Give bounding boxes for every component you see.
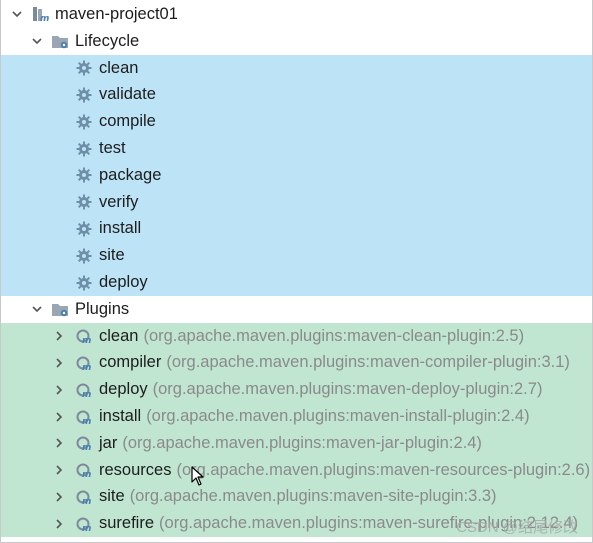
svg-text:m: m <box>82 497 91 506</box>
plugin-name: surefire <box>99 514 155 533</box>
plugin-item[interactable]: m install (org.apache.maven.plugins:mave… <box>1 403 592 430</box>
plugin-coordinates: (org.apache.maven.plugins:maven-jar-plug… <box>122 433 482 452</box>
svg-text:m: m <box>82 470 91 479</box>
chevron-down-icon[interactable] <box>11 8 23 20</box>
lifecycle-item[interactable]: site <box>1 242 592 270</box>
gear-icon <box>75 113 93 131</box>
plugin-coordinates: (org.apache.maven.plugins:maven-deploy-p… <box>152 380 543 399</box>
plugin-coordinates: (org.apache.maven.plugins:maven-compiler… <box>166 353 570 372</box>
svg-text:m: m <box>82 417 91 426</box>
chevron-down-icon[interactable] <box>31 35 43 47</box>
watermark-text: CSDN @结尾修改 <box>456 519 578 536</box>
lifecycle-list: clean validate compile test package veri… <box>1 54 592 296</box>
tree-row-project[interactable]: m maven-project01 <box>1 0 592 28</box>
folder-gear-icon <box>51 300 69 318</box>
lifecycle-item-label: site <box>99 246 125 265</box>
maven-plugin-icon: m <box>75 408 93 426</box>
lifecycle-item-label: install <box>99 219 142 238</box>
lifecycle-item-label: compile <box>99 112 156 131</box>
gear-icon <box>75 140 93 158</box>
maven-plugin-icon: m <box>75 488 93 506</box>
lifecycle-item[interactable]: test <box>1 135 592 162</box>
maven-plugin-icon: m <box>75 354 93 372</box>
maven-plugin-icon: m <box>75 434 93 452</box>
plugin-coordinates: (org.apache.maven.plugins:maven-clean-pl… <box>143 326 525 345</box>
lifecycle-item[interactable]: verify <box>1 188 592 216</box>
gear-icon <box>75 247 93 265</box>
lifecycle-item[interactable]: deploy <box>1 269 592 296</box>
maven-plugin-icon: m <box>75 461 93 479</box>
lifecycle-item-label: test <box>99 139 126 158</box>
gear-icon <box>75 193 93 211</box>
svg-text:m: m <box>82 363 91 372</box>
plugin-name: resources <box>99 460 172 479</box>
gear-icon <box>75 86 93 104</box>
lifecycle-item[interactable]: install <box>1 215 592 243</box>
plugin-item[interactable]: m resources (org.apache.maven.plugins:ma… <box>1 456 592 484</box>
plugin-coordinates: (org.apache.maven.plugins:maven-resource… <box>176 460 591 479</box>
chevron-right-icon[interactable] <box>53 330 65 342</box>
lifecycle-item-label: deploy <box>99 273 148 292</box>
plugin-item[interactable]: m site (org.apache.maven.plugins:maven-s… <box>1 483 592 511</box>
plugin-name: clean <box>99 326 139 345</box>
maven-plugin-icon: m <box>75 327 93 345</box>
tree-row-plugins[interactable]: Plugins <box>1 296 592 323</box>
svg-text:m: m <box>82 336 91 345</box>
svg-text:m: m <box>40 14 49 23</box>
chevron-down-icon[interactable] <box>31 303 43 315</box>
lifecycle-item-label: clean <box>99 58 139 77</box>
lifecycle-item-label: package <box>99 165 162 184</box>
maven-plugin-icon: m <box>75 381 93 399</box>
chevron-right-icon[interactable] <box>53 411 65 423</box>
lifecycle-item-label: verify <box>99 192 139 211</box>
gear-icon <box>75 59 93 77</box>
plugin-item[interactable]: m clean (org.apache.maven.plugins:maven-… <box>1 322 592 350</box>
tree-row-lifecycle[interactable]: Lifecycle <box>1 28 592 55</box>
lifecycle-item[interactable]: clean <box>1 54 592 82</box>
maven-project-icon: m <box>31 5 49 23</box>
plugin-name: jar <box>99 433 118 452</box>
plugin-item[interactable]: m deploy (org.apache.maven.plugins:maven… <box>1 376 592 404</box>
plugin-item[interactable]: m jar (org.apache.maven.plugins:maven-ja… <box>1 429 592 457</box>
plugin-name: install <box>99 407 142 426</box>
lifecycle-item[interactable]: package <box>1 161 592 189</box>
chevron-right-icon[interactable] <box>53 437 65 449</box>
gear-icon <box>75 220 93 238</box>
gear-icon <box>75 274 93 292</box>
chevron-right-icon[interactable] <box>53 357 65 369</box>
plugins-label: Plugins <box>75 299 130 318</box>
chevron-right-icon[interactable] <box>53 518 65 530</box>
project-name: maven-project01 <box>55 4 178 23</box>
gear-icon <box>75 166 93 184</box>
plugin-name: compiler <box>99 353 162 372</box>
chevron-right-icon[interactable] <box>53 464 65 476</box>
plugin-coordinates: (org.apache.maven.plugins:maven-install-… <box>146 407 530 426</box>
maven-plugin-icon: m <box>75 515 93 533</box>
maven-tool-window: m maven-project01 Lifecycle clean valida… <box>0 0 593 543</box>
svg-text:m: m <box>82 443 91 452</box>
lifecycle-item[interactable]: compile <box>1 108 592 136</box>
lifecycle-item-label: validate <box>99 85 156 104</box>
svg-text:m: m <box>82 524 91 533</box>
plugins-list: m clean (org.apache.maven.plugins:maven-… <box>1 322 592 538</box>
lifecycle-label: Lifecycle <box>75 31 140 50</box>
lifecycle-item[interactable]: validate <box>1 81 592 109</box>
plugin-item[interactable]: m compiler (org.apache.maven.plugins:mav… <box>1 349 592 377</box>
chevron-right-icon[interactable] <box>53 491 65 503</box>
plugin-name: deploy <box>99 380 148 399</box>
chevron-right-icon[interactable] <box>53 384 65 396</box>
mouse-pointer-icon <box>191 466 204 486</box>
plugin-name: site <box>99 487 125 506</box>
svg-text:m: m <box>82 390 91 399</box>
plugin-coordinates: (org.apache.maven.plugins:maven-site-plu… <box>129 487 497 506</box>
folder-gear-icon <box>51 32 69 50</box>
